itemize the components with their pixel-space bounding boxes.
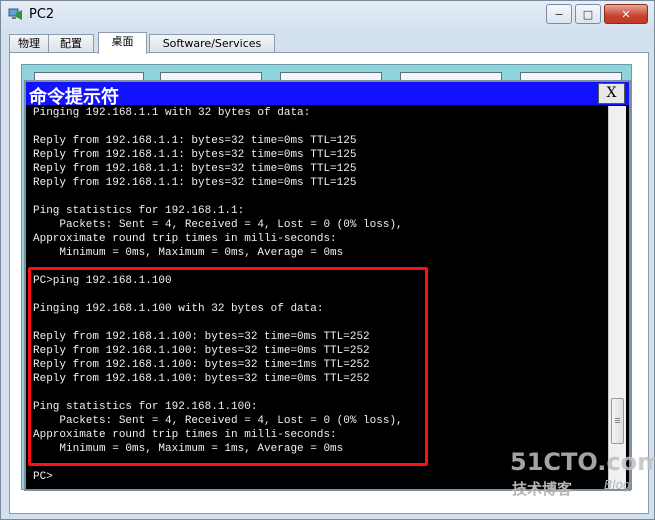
close-icon: ✕	[621, 7, 631, 21]
terminal-line: Reply from 192.168.1.1: bytes=32 time=0m…	[33, 135, 357, 147]
terminal-line: Reply from 192.168.1.100: bytes=32 time=…	[33, 331, 370, 343]
watermark-logo: 51CTO.com	[510, 448, 655, 476]
title-bar[interactable]: PC2 − □ ✕	[1, 1, 654, 29]
terminal-line: Reply from 192.168.1.1: bytes=32 time=0m…	[33, 177, 357, 189]
minimize-icon: −	[554, 7, 564, 21]
close-button[interactable]: ✕	[604, 4, 648, 24]
tab-config[interactable]: 配置	[48, 34, 94, 52]
terminal-line: Reply from 192.168.1.100: bytes=32 time=…	[33, 373, 370, 385]
terminal-line: Approximate round trip times in milli-se…	[33, 429, 337, 441]
pc-app-icon	[8, 8, 22, 20]
terminal-line: Approximate round trip times in milli-se…	[33, 233, 337, 245]
cmd-close-button[interactable]: X	[598, 83, 625, 104]
terminal-scrollbar[interactable]	[608, 106, 626, 489]
cmd-title-bar: 命令提示符 X	[26, 82, 629, 108]
terminal-line: Pinging 192.168.1.1 with 32 bytes of dat…	[33, 107, 311, 119]
terminal-output[interactable]: Pinging 192.168.1.1 with 32 bytes of dat…	[33, 106, 603, 489]
terminal-line: Ping statistics for 192.168.1.100:	[33, 401, 258, 413]
watermark-blog: Blog	[604, 478, 631, 492]
command-prompt-window: 命令提示符 X Pinging 192.168.1.1 with 32 byte…	[24, 80, 631, 491]
terminal-line: Ping statistics for 192.168.1.1:	[33, 205, 245, 217]
terminal-line: Reply from 192.168.1.1: bytes=32 time=0m…	[33, 163, 357, 175]
tab-physical[interactable]: 物理	[9, 34, 49, 52]
tab-desktop[interactable]: 桌面	[98, 32, 147, 54]
scrollbar-thumb[interactable]	[611, 398, 624, 444]
terminal-line: Reply from 192.168.1.100: bytes=32 time=…	[33, 359, 370, 371]
terminal-line: Pinging 192.168.1.100 with 32 bytes of d…	[33, 303, 324, 315]
maximize-icon: □	[582, 7, 594, 21]
terminal-line: Packets: Sent = 4, Received = 4, Lost = …	[33, 415, 403, 427]
terminal-line: Packets: Sent = 4, Received = 4, Lost = …	[33, 219, 403, 231]
tab-software-services[interactable]: Software/Services	[149, 34, 275, 52]
minimize-button[interactable]: −	[546, 4, 572, 24]
terminal-line: PC>ping 192.168.1.100	[33, 275, 172, 287]
maximize-button[interactable]: □	[575, 4, 601, 24]
terminal-line: Reply from 192.168.1.100: bytes=32 time=…	[33, 345, 370, 357]
terminal-line: Reply from 192.168.1.1: bytes=32 time=0m…	[33, 149, 357, 161]
watermark-sub: 技术博客	[512, 480, 573, 498]
window-title: PC2	[29, 7, 55, 22]
terminal-line: Minimum = 0ms, Maximum = 0ms, Average = …	[33, 247, 344, 259]
